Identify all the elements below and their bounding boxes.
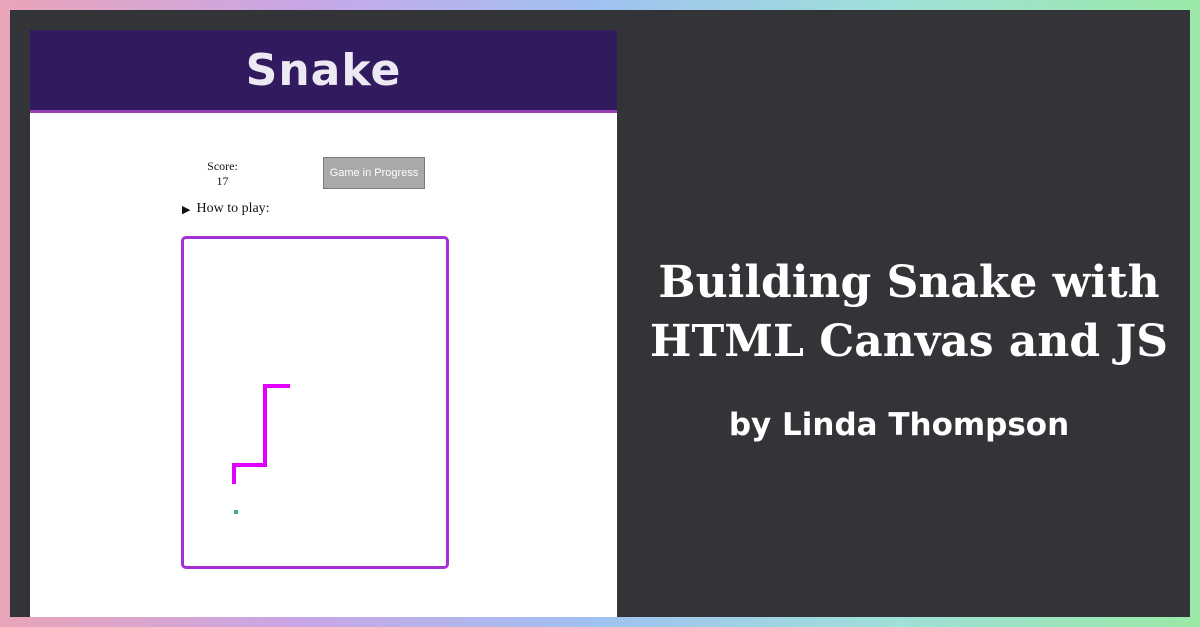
game-canvas [232,384,290,514]
game-header: Snake [30,30,617,113]
score-label: Score: [207,159,238,173]
article-headline: Building Snake with HTML Canvas and JS [630,253,1188,371]
headline-line-2: HTML Canvas and JS [649,316,1169,367]
how-to-play-toggle[interactable]: ▶ How to play: [182,201,270,217]
game-status-button[interactable]: Game in Progress [323,157,425,189]
game-title: Snake [245,45,402,96]
how-to-play-label: How to play: [196,201,270,216]
game-screenshot: Snake Score: 17 Game in Progress ▶ How t… [30,30,617,617]
snake [232,384,290,484]
headline-line-1: Building Snake with [658,257,1160,308]
triangle-right-icon: ▶ [182,203,191,216]
food-pellet [234,510,238,514]
game-board[interactable] [181,236,449,569]
banner-frame: Snake Score: 17 Game in Progress ▶ How t… [10,10,1190,617]
author-byline: by Linda Thompson [728,407,1070,443]
score-display: Score: 17 [195,159,250,189]
score-value: 17 [216,174,229,188]
